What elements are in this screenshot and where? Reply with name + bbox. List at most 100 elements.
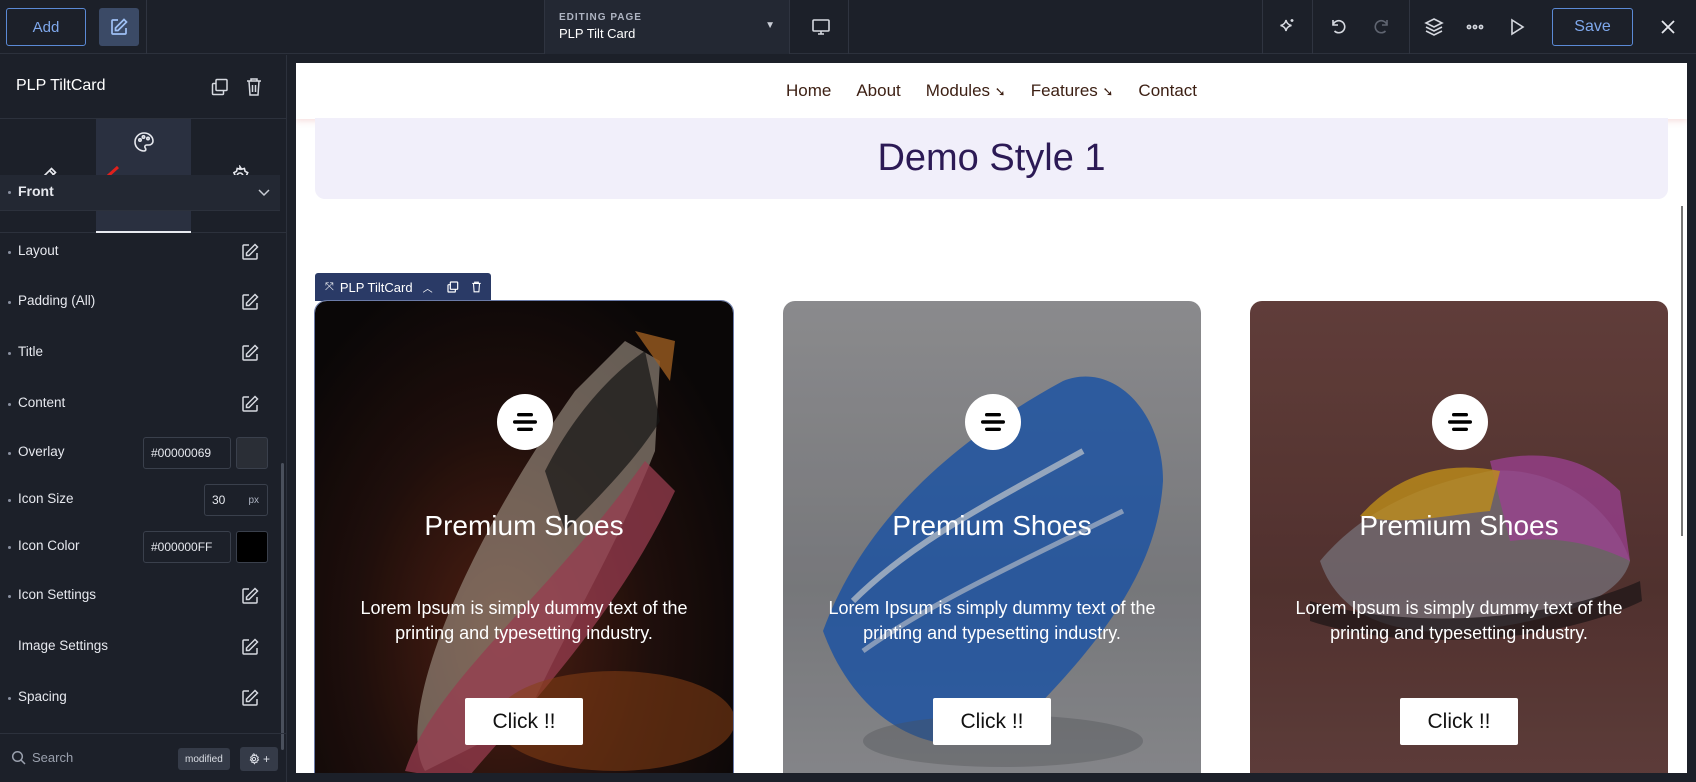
card-title: Premium Shoes bbox=[892, 510, 1092, 541]
canvas-scrollbar[interactable] bbox=[1681, 206, 1683, 536]
icon-size-value: 30 bbox=[212, 493, 226, 507]
card-title: Premium Shoes bbox=[424, 510, 624, 541]
tilt-card[interactable]: Premium Shoes Lorem Ipsum is simply dumm… bbox=[1250, 301, 1668, 773]
card-icon-circle bbox=[497, 394, 553, 450]
page-selector[interactable]: EDITING PAGE PLP Tilt Card ▼ bbox=[544, 0, 790, 54]
card-button[interactable]: Click !! bbox=[1400, 698, 1518, 745]
icon-size-input[interactable]: 30 px bbox=[204, 484, 268, 516]
arrow-down-right-icon: ➘ bbox=[1102, 84, 1114, 99]
save-button[interactable]: Save bbox=[1552, 8, 1633, 46]
component-title: PLP TiltCard bbox=[16, 77, 106, 94]
prop-label: Image Settings bbox=[18, 638, 109, 653]
ai-sparkle-icon[interactable] bbox=[1273, 14, 1299, 40]
play-preview-icon[interactable] bbox=[1504, 14, 1530, 40]
prop-label: Spacing bbox=[18, 689, 67, 704]
section-front-label: Front bbox=[18, 183, 54, 199]
search-input[interactable]: Search bbox=[32, 750, 73, 765]
page-canvas: Home About Modules ➘ Features ➘ Contact … bbox=[296, 63, 1687, 773]
bullet-dot bbox=[8, 251, 11, 254]
card-button[interactable]: Click !! bbox=[465, 698, 583, 745]
edit-icon[interactable] bbox=[240, 394, 260, 414]
tilt-card[interactable]: Premium Shoes Lorem Ipsum is simply dumm… bbox=[314, 300, 734, 773]
edit-icon[interactable] bbox=[240, 637, 260, 657]
bullet-dot bbox=[8, 546, 11, 549]
prop-label: Layout bbox=[18, 243, 59, 258]
plus-icon: + bbox=[262, 752, 270, 766]
trash-icon[interactable] bbox=[245, 77, 263, 97]
sidebar-header: PLP TiltCard bbox=[0, 55, 287, 119]
overlay-color-input[interactable]: #00000069 bbox=[143, 437, 231, 469]
menu-lines-icon bbox=[981, 413, 1005, 431]
edit-icon bbox=[111, 18, 128, 35]
gear-icon bbox=[249, 753, 260, 765]
trash-icon[interactable] bbox=[471, 281, 482, 293]
current-page-name: PLP Tilt Card bbox=[559, 26, 636, 41]
nav-link-home[interactable]: Home bbox=[786, 81, 831, 101]
desktop-preview-icon[interactable] bbox=[808, 14, 834, 40]
sidebar-scrollbar[interactable] bbox=[281, 463, 284, 750]
more-options-icon[interactable] bbox=[1462, 14, 1488, 40]
prop-title[interactable]: Title bbox=[0, 333, 280, 373]
menu-lines-icon bbox=[513, 413, 537, 431]
search-icon bbox=[11, 750, 26, 765]
redo-icon[interactable] bbox=[1368, 14, 1394, 40]
duplicate-icon[interactable] bbox=[211, 78, 229, 96]
card-icon-circle bbox=[1432, 394, 1488, 450]
prop-label: Icon Size bbox=[18, 491, 74, 506]
tilt-card[interactable]: Premium Shoes Lorem Ipsum is simply dumm… bbox=[783, 301, 1201, 773]
prop-icon-settings[interactable]: Icon Settings bbox=[0, 576, 280, 616]
close-icon[interactable] bbox=[1655, 14, 1681, 40]
properties-sidebar: PLP TiltCard Front Layout Padding (All) … bbox=[0, 55, 287, 782]
bullet-dot bbox=[8, 595, 11, 598]
arrow-down-right-icon: ➘ bbox=[994, 84, 1006, 99]
bullet-dot bbox=[8, 191, 11, 194]
add-button[interactable]: Add bbox=[6, 8, 86, 46]
card-button[interactable]: Click !! bbox=[933, 698, 1051, 745]
section-front-header[interactable]: Front bbox=[0, 175, 280, 211]
edit-mode-button[interactable] bbox=[99, 8, 139, 46]
nav-link-about[interactable]: About bbox=[856, 81, 900, 101]
edit-icon[interactable] bbox=[240, 292, 260, 312]
prop-icon-color: Icon Color #000000FF bbox=[0, 527, 280, 567]
undo-icon[interactable] bbox=[1326, 14, 1352, 40]
nav-link-features[interactable]: Features ➘ bbox=[1031, 81, 1114, 101]
edit-icon[interactable] bbox=[240, 343, 260, 363]
menu-lines-icon bbox=[1448, 413, 1472, 431]
prop-padding[interactable]: Padding (All) bbox=[0, 282, 280, 322]
nav-label: Modules bbox=[925, 81, 991, 100]
prop-spacing[interactable]: Spacing bbox=[0, 678, 280, 718]
edit-icon[interactable] bbox=[240, 586, 260, 606]
layers-icon[interactable] bbox=[1421, 14, 1447, 40]
nav-link-contact[interactable]: Contact bbox=[1138, 81, 1197, 101]
duplicate-icon[interactable] bbox=[446, 281, 459, 293]
prop-label: Icon Settings bbox=[18, 587, 97, 602]
edit-icon[interactable] bbox=[240, 242, 260, 262]
card-title: Premium Shoes bbox=[1359, 510, 1559, 541]
edit-icon[interactable] bbox=[240, 688, 260, 708]
card-icon-circle bbox=[965, 394, 1021, 450]
nav-link-modules[interactable]: Modules ➘ bbox=[926, 81, 1006, 101]
card-description: Lorem Ipsum is simply dummy text of the … bbox=[828, 598, 1156, 643]
prop-label: Padding (All) bbox=[18, 293, 96, 308]
bullet-dot bbox=[8, 499, 11, 502]
prop-content[interactable]: Content bbox=[0, 384, 280, 424]
prop-image-settings[interactable]: Image Settings bbox=[0, 627, 280, 667]
icon-color-swatch[interactable] bbox=[236, 531, 268, 563]
move-icon[interactable]: ⤧ bbox=[325, 281, 334, 294]
top-toolbar: Add EDITING PAGE PLP Tilt Card ▼ Save bbox=[0, 0, 1696, 54]
site-navigation: Home About Modules ➘ Features ➘ Contact bbox=[296, 63, 1687, 119]
bullet-dot bbox=[8, 452, 11, 455]
selected-component-label[interactable]: ⤧ PLP TiltCard ︿ bbox=[315, 273, 491, 301]
hero-banner: Demo Style 1 bbox=[315, 118, 1668, 199]
modified-filter-badge[interactable]: modified bbox=[178, 748, 230, 770]
icon-color-input[interactable]: #000000FF bbox=[143, 531, 231, 563]
overlay-color-swatch[interactable] bbox=[236, 437, 268, 469]
prop-layout[interactable]: Layout bbox=[0, 232, 280, 272]
card-description: Lorem Ipsum is simply dummy text of the … bbox=[360, 598, 688, 643]
editing-page-caption: EDITING PAGE bbox=[559, 12, 642, 23]
bullet-dot bbox=[8, 403, 11, 406]
add-setting-button[interactable]: + bbox=[240, 747, 278, 771]
chevron-up-icon[interactable]: ︿ bbox=[423, 280, 433, 295]
property-search: Search modified + bbox=[0, 733, 287, 782]
card-description: Lorem Ipsum is simply dummy text of the … bbox=[1295, 598, 1623, 643]
